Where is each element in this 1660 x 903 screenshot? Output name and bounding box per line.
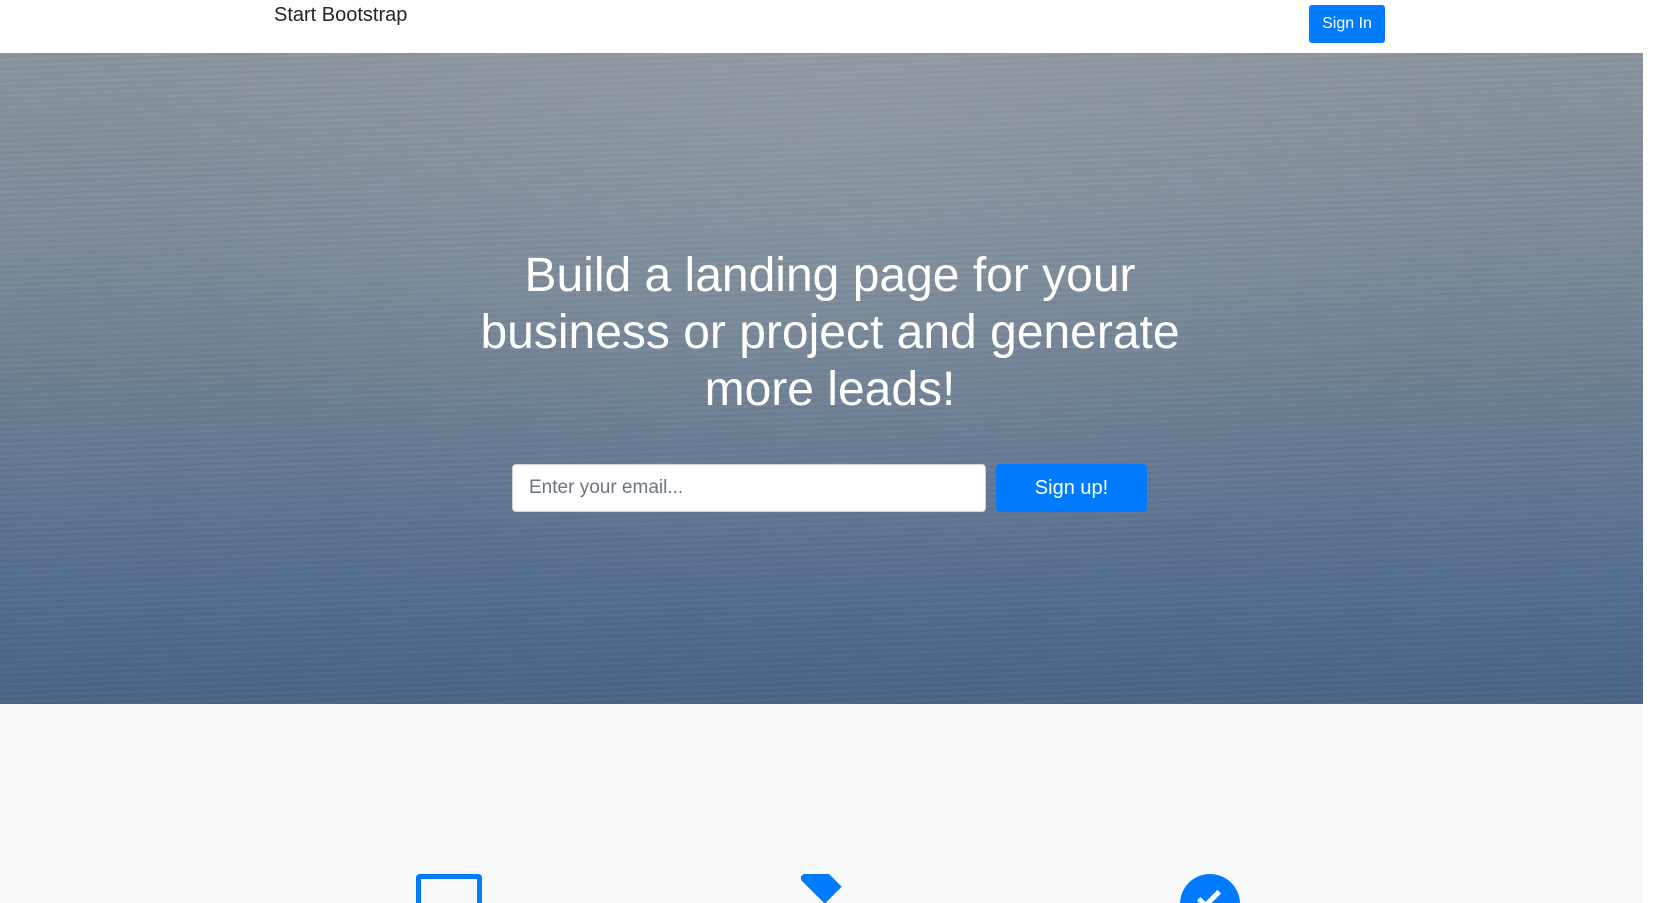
- email-input[interactable]: [512, 464, 986, 512]
- sign-in-button[interactable]: Sign In: [1309, 5, 1385, 43]
- stack-icon: [801, 874, 857, 903]
- window-icon: [416, 874, 482, 903]
- hero-title: Build a landing page for your business o…: [480, 249, 1180, 416]
- hero-section: Build a landing page for your business o…: [0, 53, 1660, 704]
- navbar: Start Bootstrap Sign In: [0, 0, 1660, 53]
- brand-link[interactable]: Start Bootstrap: [274, 4, 407, 27]
- scrollbar[interactable]: [1643, 0, 1660, 903]
- sign-up-button[interactable]: Sign up!: [996, 464, 1147, 512]
